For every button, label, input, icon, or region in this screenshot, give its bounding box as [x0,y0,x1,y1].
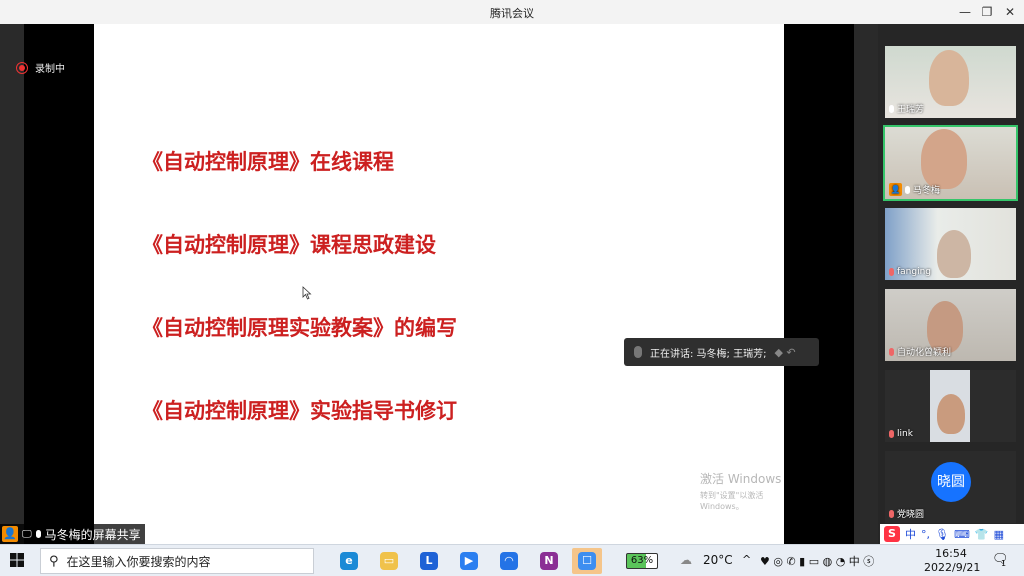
minimize-icon[interactable]: — [954,2,976,22]
slide-line-3: 《自动控制原理实验教案》的编写 [142,315,457,340]
active-app[interactable]: ☐ [572,548,602,574]
ime-mode[interactable]: 中 [905,526,916,542]
participant-figure [921,129,967,189]
speaking-text: 正在讲话: 马冬梅; 王瑞芳; [650,348,767,360]
participant-name: 党晓圆 [889,507,924,520]
notification-count: 1 [1001,559,1007,568]
voice-icon[interactable]: 🎙 [935,528,949,541]
microphone-muted-icon [889,347,894,356]
lenovo-app[interactable]: L [414,548,444,574]
close-icon[interactable]: ✕ [999,2,1021,22]
watermark-title: 激活 Windows [700,472,782,486]
file-explorer-app[interactable]: ▭ [374,548,404,574]
time: 16:54 [935,547,967,560]
taskbar: ⚲ 在这里输入你要搜索的内容 e ▭ L ▶ ◠ N ☐ 63% ☁ 20°C … [0,544,1024,576]
participant-tile-3[interactable]: fanging [885,208,1016,280]
microphone-muted-icon [889,509,894,518]
restore-icon[interactable]: ❐ [976,2,998,22]
speaking-banner: 正在讲话: 马冬梅; 王瑞芳; ◆ ↶ [624,338,819,366]
title-bar: 腾讯会议 — ❐ ✕ [0,0,1024,24]
window-title: 腾讯会议 [490,7,534,20]
sogou-ime-icon[interactable]: S [884,526,900,542]
battery-indicator[interactable]: 63% [626,553,658,569]
windows-activation-watermark: 激活 Windows 转到"设置"以激活 Windows。 [700,470,784,512]
participant-tile-4[interactable]: 自动化曾颖利 [885,289,1016,361]
slide-line-2: 《自动控制原理》课程思政建设 [142,232,436,257]
tencent-meeting-app[interactable]: ◠ [494,548,524,574]
slide-line-4: 《自动控制原理》实验指导书修订 [142,398,457,423]
participant-tile-2[interactable]: 👤 马冬梅 [883,125,1018,201]
show-hidden-icons[interactable]: ^ [742,553,751,566]
microphone-muted-icon [889,268,894,276]
play-icon: ▶ [460,552,478,570]
participant-name: 👤 马冬梅 [889,183,941,196]
taskbar-search[interactable]: ⚲ 在这里输入你要搜索的内容 [40,548,314,574]
presentation-slide: 《自动控制原理》在线课程 《自动控制原理》课程思政建设 《自动控制原理实验教案》… [94,24,784,544]
edge-app[interactable]: e [334,548,364,574]
toolbox-icon[interactable]: ▦ [994,528,1004,541]
recording-indicator[interactable]: 录制中 [16,60,65,75]
shared-screen-stage: 录制中 《自动控制原理》在线课程 《自动控制原理》课程思政建设 《自动控制原理实… [0,24,878,544]
date: 2022/9/21 [924,561,981,574]
keyboard-icon[interactable]: ⌨ [954,528,970,541]
participant-name: 王瑞芳 [889,102,924,115]
participant-tile-6[interactable]: 晓圆 党晓圆 [885,451,1016,523]
person-icon: 👤 [889,183,902,196]
skin-icon[interactable]: 👕 [975,528,989,541]
microphone-muted-icon [889,430,894,438]
meeting-icon: ◠ [500,552,518,570]
slide-line-1: 《自动控制原理》在线课程 [142,149,394,174]
microphone-icon [905,185,910,194]
avatar: 晓圆 [931,462,971,502]
participant-tile-5[interactable]: link [885,370,1016,442]
windows-start-icon[interactable] [10,553,24,567]
cloud-icon: ☁ [680,553,692,567]
punctuation-icon[interactable]: °, [921,528,930,541]
microphone-icon [634,346,642,358]
edge-icon: e [340,552,358,570]
letterbox-left [24,24,94,544]
search-icon: ⚲ [49,553,59,569]
search-input[interactable]: 在这里输入你要搜索的内容 [67,553,211,570]
screen-share-label[interactable]: 👤 🖵 马冬梅的屏幕共享 [0,524,145,544]
mouse-cursor-icon [302,286,312,300]
participant-name: fanging [889,267,931,277]
onenote-app[interactable]: N [534,548,564,574]
person-icon: 👤 [2,526,18,542]
letterbox-right [784,24,854,544]
player-app[interactable]: ▶ [454,548,484,574]
participant-name: link [889,429,913,439]
onenote-icon: N [540,552,558,570]
tray-icons[interactable]: ♥ ◎ ✆ ▮ ▭ ◍ ◔ 中 ⓢ [760,553,874,569]
participant-tile-1[interactable]: 王瑞芳 [885,46,1016,118]
participant-figure [937,230,971,278]
temperature[interactable]: 20°C [703,553,733,567]
participant-panel: 王瑞芳 👤 马冬梅 fanging 自动化曾颖利 link 晓圆 党晓圆 [878,24,1024,544]
participant-figure [929,50,969,106]
watermark-subtitle: 转到"设置"以激活 Windows。 [700,491,764,511]
recording-label: 录制中 [35,64,65,75]
clock[interactable]: 16:54 2022/9/21 [924,547,981,575]
microphone-icon [889,104,894,113]
app-icon: ☐ [578,552,596,570]
participant-name: 自动化曾颖利 [889,345,951,358]
folder-icon: ▭ [380,552,398,570]
ime-toolbar[interactable]: S 中 °, 🎙 ⌨ 👕 ▦ [880,524,1024,544]
participant-figure [937,394,965,434]
share-owner-text: 马冬梅的屏幕共享 [44,527,141,542]
record-icon [16,61,28,74]
screen-icon: 🖵 [22,528,32,540]
microphone-icon [35,530,41,538]
l-icon: L [420,552,438,570]
expand-arrow-icon[interactable]: ◆ ↶ [774,346,795,359]
